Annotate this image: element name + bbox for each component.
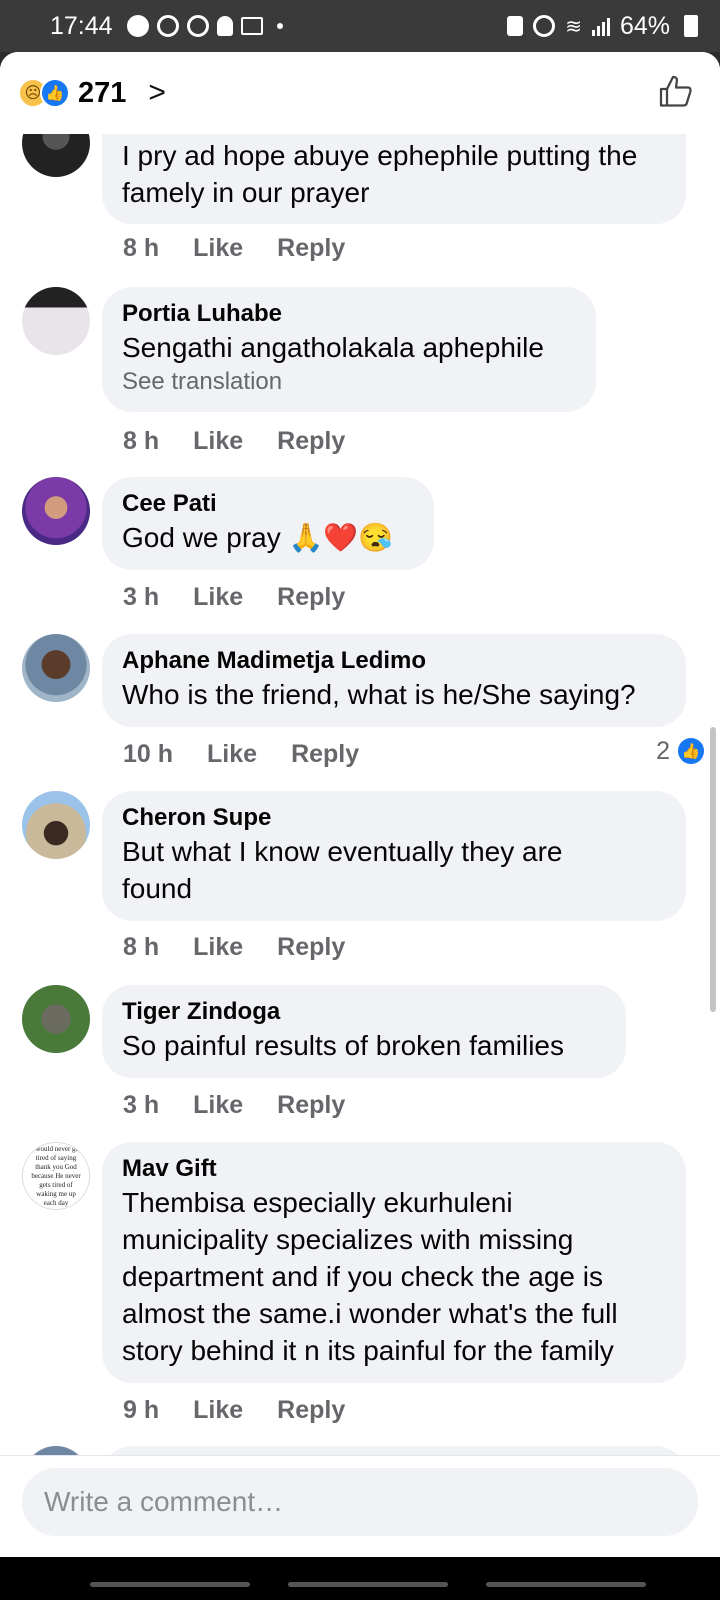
system-nav-bar bbox=[0, 1557, 720, 1600]
like-button[interactable]: Like bbox=[193, 234, 243, 263]
comment-text: God we pray 🙏❤️😪 bbox=[122, 522, 394, 553]
comment-time: 3 h bbox=[123, 583, 160, 611]
reaction-count: 271 bbox=[78, 76, 127, 109]
comment-bubble[interactable]: Mav Gift Thembisa especially ekurhuleni … bbox=[102, 1142, 686, 1383]
nav-home-button[interactable] bbox=[288, 1582, 448, 1587]
scrollbar[interactable] bbox=[710, 727, 716, 1012]
see-translation-link[interactable]: See translation bbox=[122, 366, 576, 398]
avatar[interactable] bbox=[22, 791, 90, 859]
like-reaction-icon: 👍 bbox=[676, 736, 706, 766]
comment-time: 10 h bbox=[123, 740, 174, 768]
avatar-text: I would never get tired of saying thank … bbox=[31, 1144, 81, 1207]
comment-actions: 10 h Like Reply bbox=[123, 740, 359, 769]
comment-composer bbox=[0, 1455, 720, 1557]
like-button[interactable]: Like bbox=[193, 1396, 243, 1425]
comment-bubble[interactable]: Portia Luhabe Sengathi angatholakala aph… bbox=[102, 287, 596, 412]
comment-actions: 8 h Like Reply bbox=[123, 234, 345, 263]
alarm-icon bbox=[533, 15, 556, 37]
thumbs-up-icon[interactable] bbox=[658, 74, 694, 110]
like-reaction-icon: 👍 bbox=[40, 78, 70, 108]
like-button[interactable]: Like bbox=[193, 583, 243, 612]
comment-text: But what I know eventually they are foun… bbox=[122, 836, 563, 904]
comment-actions: 8 h Like Reply bbox=[123, 427, 345, 456]
comment-reactions[interactable]: 2 👍 bbox=[656, 736, 706, 766]
nav-back-button[interactable] bbox=[486, 1582, 646, 1587]
comment-author[interactable]: Cheron Supe bbox=[122, 803, 666, 833]
reply-button[interactable]: Reply bbox=[291, 740, 359, 769]
comment-bubble[interactable]: Aphane Madimetja Ledimo Who is the frien… bbox=[102, 634, 686, 727]
status-bar: 17:44 ≋ 64% bbox=[0, 0, 720, 52]
avatar[interactable] bbox=[22, 477, 90, 545]
reaction-count: 2 bbox=[656, 736, 670, 765]
like-button[interactable]: Like bbox=[207, 740, 257, 769]
comment-list[interactable]: I pry ad hope abuye ephephile putting th… bbox=[0, 134, 720, 1464]
like-button[interactable]: Like bbox=[193, 427, 243, 456]
reply-button[interactable]: Reply bbox=[277, 234, 345, 263]
comment-bubble[interactable]: Tiger Zindoga So painful results of brok… bbox=[102, 985, 626, 1078]
reactions-header: ☹ 👍 271 > bbox=[0, 52, 720, 134]
reactions-summary[interactable]: ☹ 👍 271 > bbox=[18, 76, 166, 110]
recycle-icon bbox=[186, 15, 209, 37]
comment-author[interactable]: Tiger Zindoga bbox=[122, 997, 606, 1027]
comment-time: 9 h bbox=[123, 1396, 160, 1424]
signal-icon bbox=[591, 16, 610, 36]
battery-percent: 64% bbox=[619, 11, 670, 40]
person-icon bbox=[216, 16, 233, 36]
comment-bubble[interactable]: Cheron Supe But what I know eventually t… bbox=[102, 791, 686, 921]
notification-icon bbox=[126, 15, 149, 37]
like-button[interactable]: Like bbox=[193, 1091, 243, 1120]
reply-button[interactable]: Reply bbox=[277, 933, 345, 962]
reply-button[interactable]: Reply bbox=[277, 427, 345, 456]
reply-button[interactable]: Reply bbox=[277, 1396, 345, 1425]
comments-sheet: ☹ 👍 271 > I pry ad hope abuye ephephile … bbox=[0, 52, 720, 1557]
comment-text: Thembisa especially ekurhuleni municipal… bbox=[122, 1187, 618, 1366]
comment-author[interactable]: Cee Pati bbox=[122, 489, 414, 519]
comment-time: 8 h bbox=[123, 234, 160, 262]
comment-author[interactable]: Mav Gift bbox=[122, 1154, 666, 1184]
wifi-icon: ≋ bbox=[565, 15, 582, 38]
comment-actions: 9 h Like Reply bbox=[123, 1396, 345, 1425]
comment-text: I pry ad hope abuye ephephile putting th… bbox=[122, 140, 638, 208]
comment-bubble[interactable]: Cee Pati God we pray 🙏❤️😪 bbox=[102, 477, 434, 570]
avatar[interactable]: I would never get tired of saying thank … bbox=[22, 1142, 90, 1210]
gmail-icon bbox=[240, 17, 263, 35]
comment-bubble[interactable]: I pry ad hope abuye ephephile putting th… bbox=[102, 134, 686, 224]
comment-actions: 8 h Like Reply bbox=[123, 933, 345, 962]
comment-actions: 3 h Like Reply bbox=[123, 1091, 345, 1120]
comment-time: 3 h bbox=[123, 1091, 160, 1119]
comment-text: So painful results of broken families bbox=[122, 1030, 564, 1061]
comment-text: Who is the friend, what is he/She saying… bbox=[122, 679, 636, 710]
comment-text: Sengathi angatholakala aphephile bbox=[122, 332, 544, 363]
comment-actions: 3 h Like Reply bbox=[123, 583, 345, 612]
lock-icon bbox=[507, 16, 524, 36]
nav-recents-button[interactable] bbox=[90, 1582, 250, 1587]
avatar[interactable] bbox=[22, 985, 90, 1053]
chevron-right-icon[interactable]: > bbox=[148, 76, 166, 110]
avatar[interactable] bbox=[22, 134, 90, 177]
comment-author[interactable]: Portia Luhabe bbox=[122, 299, 576, 329]
battery-icon bbox=[684, 15, 698, 37]
comment-time: 8 h bbox=[123, 427, 160, 455]
status-time: 17:44 bbox=[50, 11, 113, 40]
avatar[interactable] bbox=[22, 287, 90, 355]
reply-button[interactable]: Reply bbox=[277, 583, 345, 612]
like-button[interactable]: Like bbox=[193, 933, 243, 962]
recycle-icon bbox=[156, 15, 179, 37]
comment-input[interactable] bbox=[22, 1468, 698, 1536]
reply-button[interactable]: Reply bbox=[277, 1091, 345, 1120]
avatar[interactable] bbox=[22, 634, 90, 702]
more-notifications-icon bbox=[276, 23, 283, 29]
comment-time: 8 h bbox=[123, 933, 160, 961]
notification-icons bbox=[126, 15, 283, 37]
comment-author[interactable]: Aphane Madimetja Ledimo bbox=[122, 646, 666, 676]
